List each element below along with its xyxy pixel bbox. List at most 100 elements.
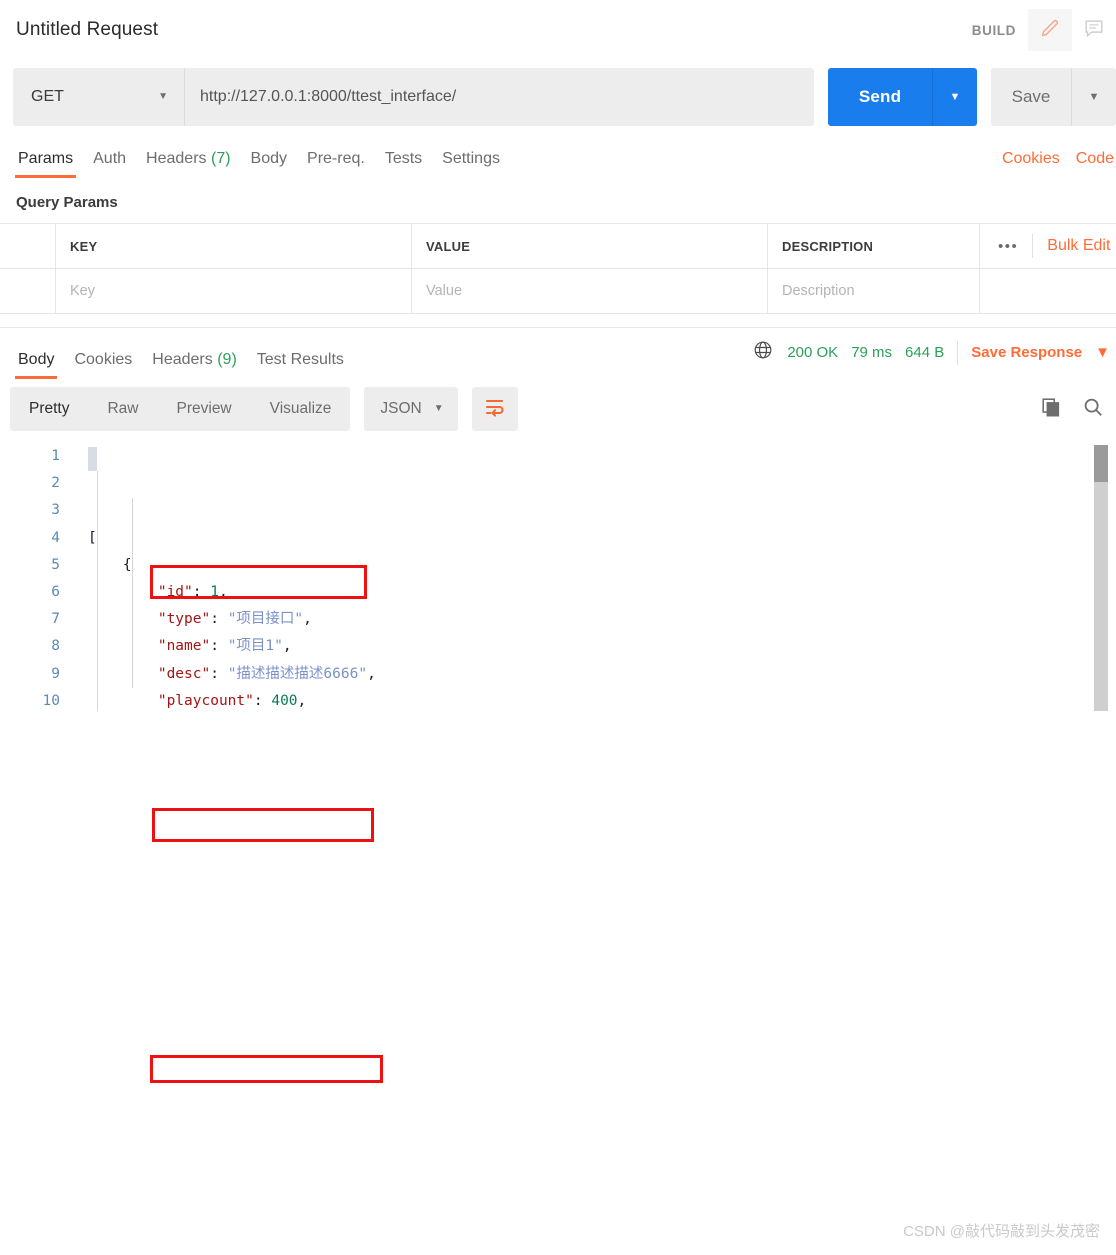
fold-column [72, 443, 88, 711]
header-actions: BUILD [972, 0, 1116, 60]
tab-prerequest[interactable]: Pre-req. [297, 150, 375, 178]
code-token: : [210, 611, 228, 628]
table-row: Key Value Description [0, 269, 1116, 314]
response-tab-test-results[interactable]: Test Results [247, 351, 354, 379]
code-token: : [192, 583, 211, 600]
text-cursor [88, 447, 97, 471]
row-actions [980, 269, 1116, 313]
view-mode-preview[interactable]: Preview [158, 387, 251, 431]
copy-button[interactable] [1040, 396, 1062, 423]
tab-headers[interactable]: Headers (7) [136, 150, 241, 178]
url-bar: GET ▼ http://127.0.0.1:8000/ttest_interf… [13, 68, 814, 126]
view-mode-visualize[interactable]: Visualize [251, 387, 351, 431]
indent-guide [132, 498, 133, 689]
tab-body[interactable]: Body [241, 150, 297, 178]
code-token: , [218, 583, 228, 600]
more-options-icon[interactable]: ••• [998, 238, 1018, 255]
code-line: "playcount": 400, [88, 688, 1116, 711]
line-number: 5 [51, 556, 60, 573]
watermark-text: CSDN @敲代码敲到头发茂密 [903, 1223, 1100, 1240]
indent-guide [97, 471, 98, 711]
response-tab-cookies[interactable]: Cookies [64, 351, 142, 379]
http-method-select[interactable]: GET ▼ [13, 68, 185, 126]
format-value: JSON [380, 400, 422, 417]
line-number: 6 [51, 584, 60, 601]
send-button-group: Send ▼ [828, 68, 977, 126]
code-token: "type" [157, 611, 211, 628]
code-token: : [210, 665, 228, 682]
send-button[interactable]: Send [828, 68, 932, 126]
chevron-down-icon: ▼ [1088, 91, 1100, 103]
url-input[interactable]: http://127.0.0.1:8000/ttest_interface/ [185, 68, 814, 126]
http-method-value: GET [31, 88, 64, 105]
tab-label: Cookies [74, 351, 133, 368]
response-tab-body[interactable]: Body [8, 351, 64, 379]
save-options-button[interactable]: ▼ [1072, 68, 1116, 126]
send-options-button[interactable]: ▼ [933, 68, 977, 126]
comments-button[interactable] [1072, 9, 1116, 51]
view-mode-raw[interactable]: Raw [88, 387, 157, 431]
save-button[interactable]: Save [991, 68, 1071, 126]
tab-params[interactable]: Params [8, 150, 83, 178]
edit-request-button[interactable] [1028, 9, 1072, 51]
response-tabs: Body Cookies Headers (9) Test Results 20… [0, 327, 1116, 379]
globe-icon [752, 339, 774, 366]
code-link[interactable]: Code [1076, 150, 1114, 168]
response-size: 644 B [905, 344, 945, 361]
request-tabs: Params Auth Headers (7) Body Pre-req. Te… [0, 134, 1116, 178]
divider [957, 340, 959, 365]
view-mode-pretty[interactable]: Pretty [10, 387, 88, 431]
row-checkbox-cell[interactable] [0, 269, 56, 313]
format-select[interactable]: JSON ▼ [364, 387, 458, 431]
line-number: 2 [51, 475, 60, 492]
cookies-link[interactable]: Cookies [1002, 150, 1060, 168]
table-header-row: KEY VALUE DESCRIPTION ••• Bulk Edit [0, 224, 1116, 269]
word-wrap-icon [483, 396, 507, 423]
param-description-input[interactable]: Description [768, 269, 980, 313]
vertical-scrollbar[interactable] [1094, 445, 1108, 711]
chevron-down-icon[interactable]: ▼ [1095, 344, 1110, 361]
code-editor[interactable]: 1234567891011121314151617181920212223242… [0, 439, 1116, 711]
param-value-input[interactable]: Value [412, 269, 768, 313]
tab-label: Params [18, 150, 74, 167]
code-token: : [210, 638, 228, 655]
line-number: 8 [51, 638, 60, 655]
scrollbar-thumb[interactable] [1094, 445, 1108, 482]
code-token: "id" [157, 583, 193, 600]
status-badge: 200 OK [787, 344, 839, 361]
tab-label: Body [18, 351, 55, 368]
tab-label: Settings [442, 150, 500, 167]
tab-tests[interactable]: Tests [375, 150, 432, 178]
tab-settings[interactable]: Settings [432, 150, 510, 178]
response-tools-right [1040, 396, 1104, 423]
chevron-down-icon: ▼ [433, 403, 444, 414]
response-body-viewer[interactable]: 1234567891011121314151617181920212223242… [0, 439, 1116, 1083]
tab-auth[interactable]: Auth [83, 150, 136, 178]
code-token: { [122, 556, 132, 573]
divider [1032, 234, 1034, 258]
search-button[interactable] [1082, 396, 1104, 423]
code-token: : [253, 692, 272, 709]
request-header: Untitled Request BUILD [0, 0, 1116, 60]
bulk-edit-link[interactable]: Bulk Edit [1047, 237, 1110, 255]
pencil-icon [1039, 17, 1061, 44]
word-wrap-button[interactable] [471, 387, 518, 431]
response-time: 79 ms [851, 344, 893, 361]
response-tab-headers[interactable]: Headers (9) [142, 351, 247, 379]
table-header-actions: ••• Bulk Edit [980, 224, 1116, 268]
param-key-input[interactable]: Key [56, 269, 412, 313]
save-response-button[interactable]: Save Response [971, 344, 1082, 361]
code-line: { [88, 552, 1116, 579]
code-token: 1 [210, 583, 219, 600]
code-line: "id": 1, [88, 579, 1116, 606]
code-token: , [367, 665, 376, 682]
code-content: [ { "id": 1, "type": "项目接口", "name": "项目… [88, 443, 1116, 711]
tab-label: Headers [146, 150, 207, 167]
response-toolbar: Pretty Raw Preview Visualize JSON ▼ [0, 379, 1116, 439]
query-params-table: KEY VALUE DESCRIPTION ••• Bulk Edit Key … [0, 223, 1116, 314]
url-input-value: http://127.0.0.1:8000/ttest_interface/ [200, 88, 457, 105]
url-bar-row: GET ▼ http://127.0.0.1:8000/ttest_interf… [0, 60, 1116, 134]
code-line: "type": "项目接口", [88, 606, 1116, 633]
line-number: 4 [51, 529, 60, 546]
line-number: 1 [51, 448, 60, 464]
